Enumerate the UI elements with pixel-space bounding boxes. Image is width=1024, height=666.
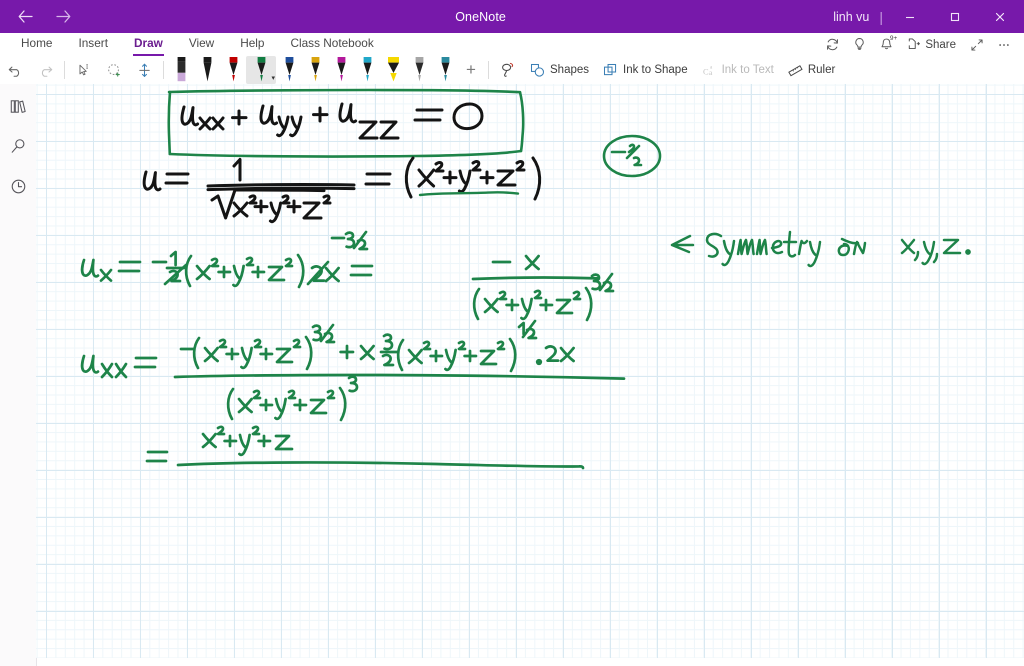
app-title: OneNote [455, 9, 506, 24]
lightbulb-icon[interactable] [847, 34, 872, 56]
ink-green-underline [418, 191, 520, 197]
note-page-canvas[interactable] [36, 84, 1024, 658]
tab-help[interactable]: Help [227, 33, 277, 56]
search-icon[interactable] [3, 132, 33, 160]
tab-class-notebook[interactable]: Class Notebook [277, 33, 386, 56]
ink-u-definition [142, 156, 542, 224]
forward-arrow-icon[interactable] [46, 3, 80, 31]
pen-highlighter-lavender[interactable] [168, 56, 194, 84]
insert-space-icon[interactable] [129, 57, 159, 83]
title-bar-navigation [0, 3, 128, 31]
sync-icon[interactable] [820, 34, 845, 56]
maximize-restore-button[interactable] [932, 0, 977, 33]
user-account-name[interactable]: linh vu [833, 10, 879, 24]
pen-blue[interactable] [276, 56, 302, 84]
ink-laplace-terms [180, 102, 484, 140]
ink-to-text-label: Ink to Text [721, 64, 774, 76]
share-icon [907, 37, 921, 52]
ink-to-shape-icon [603, 63, 618, 78]
more-options-icon[interactable] [991, 34, 1016, 56]
ink-to-text-icon: C a a [702, 63, 717, 78]
handwritten-ink-layer [80, 88, 971, 470]
pen-teal[interactable] [432, 56, 458, 84]
ink-to-text-button[interactable]: C a a Ink to Text [695, 57, 781, 83]
notifications-bell-icon[interactable]: 9+ [874, 34, 899, 56]
redo-button[interactable] [30, 57, 60, 83]
back-arrow-icon[interactable] [8, 3, 42, 31]
shapes-label: Shapes [550, 64, 590, 76]
tab-home[interactable]: Home [8, 33, 65, 56]
onenote-window: OneNote linh vu | Home Insert Draw View … [0, 0, 1024, 666]
ink-boxed-laplace-equation [167, 88, 525, 158]
tab-view[interactable]: View [176, 33, 227, 56]
pen-black[interactable] [194, 56, 220, 84]
ribbon-tabs-left: Home Insert Draw View Help Class Noteboo… [0, 33, 387, 56]
title-bar-right: linh vu | [833, 0, 1024, 33]
ribbon-tabs-right: 9+ Share [820, 33, 1024, 56]
ink-uxx-derivative [80, 319, 626, 422]
ink-uxx-simplified [145, 425, 585, 470]
share-button-label: Share [925, 38, 956, 51]
ink-to-shape-label: Ink to Shape [623, 64, 688, 76]
tab-draw[interactable]: Draw [121, 33, 176, 56]
ruler-label: Ruler [807, 64, 836, 76]
pen-green[interactable]: ▾ [246, 56, 276, 84]
recent-notes-icon[interactable] [3, 172, 33, 200]
pen-cyan[interactable] [354, 56, 380, 84]
toolbar-divider [64, 61, 65, 79]
ruler-icon [788, 63, 803, 78]
toolbar-divider-2 [163, 61, 164, 79]
notebooks-icon[interactable] [3, 92, 33, 120]
pen-highlighter-yellow[interactable] [380, 56, 406, 84]
ink-select-text-icon[interactable]: I [69, 57, 99, 83]
tab-insert[interactable]: Insert [65, 33, 121, 56]
expand-icon[interactable] [964, 34, 989, 56]
title-bar: OneNote linh vu | [0, 0, 1024, 33]
close-button[interactable] [977, 0, 1022, 33]
ink-symmetry-note [670, 230, 971, 268]
ink-lasso-tool-icon[interactable] [493, 57, 523, 83]
ink-exponent-circle-annotation [602, 134, 662, 178]
ink-ux-derivative [80, 230, 615, 322]
pen-silver[interactable] [406, 56, 432, 84]
ink-to-shape-button[interactable]: Ink to Shape [596, 57, 695, 83]
svg-text:I: I [85, 63, 88, 71]
add-pen-button[interactable]: + [458, 57, 484, 83]
lasso-select-icon[interactable] [99, 57, 129, 83]
draw-toolbar: I ▾ + Shapes Ink to Shape C a a Ink to T… [0, 56, 1024, 85]
minimize-button[interactable] [887, 0, 932, 33]
share-button[interactable]: Share [901, 34, 962, 56]
svg-text:a: a [710, 64, 713, 70]
title-bar-separator: | [879, 8, 883, 25]
pen-gold[interactable] [302, 56, 328, 84]
left-navigation-rail [0, 84, 37, 666]
undo-button[interactable] [0, 57, 30, 83]
toolbar-divider-3 [488, 61, 489, 79]
ruler-button[interactable]: Ruler [781, 57, 842, 83]
ribbon-tab-bar: Home Insert Draw View Help Class Noteboo… [0, 33, 1024, 56]
notification-badge-count: 9+ [889, 34, 898, 42]
shapes-button[interactable]: Shapes [523, 57, 596, 83]
shapes-icon [530, 63, 545, 78]
chevron-down-icon[interactable]: ▾ [271, 74, 275, 82]
svg-text:C: C [703, 66, 709, 76]
canvas-vertical-scrollbar[interactable] [1019, 84, 1024, 658]
pen-red[interactable] [220, 56, 246, 84]
pen-magenta[interactable] [328, 56, 354, 84]
